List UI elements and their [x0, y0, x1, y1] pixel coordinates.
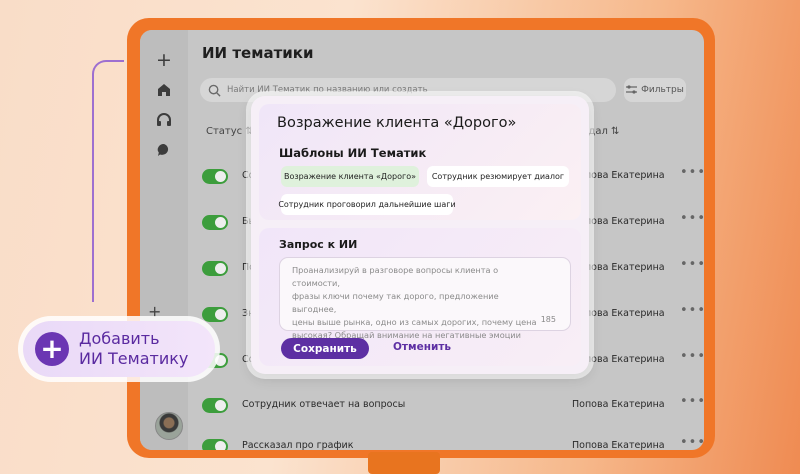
sidebar: + +	[140, 30, 188, 450]
cancel-button[interactable]: Отменить	[393, 341, 451, 353]
monitor-stand	[368, 452, 440, 474]
more-icon[interactable]: •••	[680, 165, 704, 180]
plus-icon: +	[35, 332, 69, 366]
edit-topic-modal: Возражение клиента «Дорого» Шаблоны ИИ Т…	[251, 96, 589, 374]
home-icon[interactable]	[154, 80, 174, 100]
modal-title: Возражение клиента «Дорого»	[277, 115, 517, 131]
page-title: ИИ тематики	[202, 44, 314, 62]
template-chip[interactable]: Возражение клиента «Дорого»	[281, 166, 419, 187]
column-status[interactable]: Статус ⇅	[206, 126, 254, 137]
row-owner: Попова Екатерина	[572, 440, 665, 450]
status-toggle[interactable]	[202, 439, 228, 450]
search-placeholder: Найти ИИ Тематик по названию или создать	[227, 85, 428, 95]
more-icon[interactable]: •••	[680, 211, 704, 226]
chat-icon[interactable]	[154, 140, 174, 160]
more-icon[interactable]: •••	[680, 435, 704, 450]
add-topic-button[interactable]: + Добавить ИИ Тематику	[23, 321, 215, 377]
status-toggle[interactable]	[202, 261, 228, 276]
sort-icon: ⇅	[611, 126, 620, 137]
plus-icon[interactable]: +	[154, 49, 174, 71]
row-owner: Попова Екатерина	[572, 399, 665, 410]
request-textarea[interactable]: Проанализируй в разговоре вопросы клиент…	[279, 257, 571, 353]
template-chip[interactable]: Сотрудник проговорил дальнейшие шаги	[278, 194, 456, 215]
request-title: Запрос к ИИ	[279, 238, 358, 251]
add-topic-callout[interactable]: + Добавить ИИ Тематику	[18, 316, 220, 382]
headphones-icon[interactable]	[154, 110, 174, 130]
status-toggle[interactable]	[202, 169, 228, 184]
table-row[interactable]: Рассказал про график Попова Екатерина ••…	[140, 435, 704, 450]
row-name: Сотрудник отвечает на вопросы	[242, 399, 406, 410]
status-toggle[interactable]	[202, 215, 228, 230]
template-chip[interactable]: Сотрудник резюмирует диалог	[427, 166, 569, 187]
status-toggle[interactable]	[202, 398, 228, 413]
save-button[interactable]: Сохранить	[281, 338, 369, 359]
status-toggle[interactable]	[202, 307, 228, 322]
callout-connector	[92, 60, 124, 302]
more-icon[interactable]: •••	[680, 257, 704, 272]
filter-icon	[626, 85, 638, 94]
request-section: Запрос к ИИ Проанализируй в разговоре во…	[259, 228, 581, 366]
templates-title: Шаблоны ИИ Тематик	[279, 146, 427, 160]
templates-section: Возражение клиента «Дорого» Шаблоны ИИ Т…	[259, 104, 581, 220]
more-icon[interactable]: •••	[680, 394, 704, 409]
row-name: Рассказал про график	[242, 440, 354, 450]
add-topic-label: Добавить ИИ Тематику	[79, 329, 189, 368]
table-row[interactable]: Сотрудник отвечает на вопросы Попова Ека…	[140, 394, 704, 422]
filters-button[interactable]: Фильтры	[624, 78, 686, 102]
search-icon	[208, 84, 221, 97]
char-counter: 185	[540, 315, 556, 324]
filters-label: Фильтры	[641, 85, 684, 95]
more-icon[interactable]: •••	[680, 303, 704, 318]
more-icon[interactable]: •••	[680, 349, 704, 364]
